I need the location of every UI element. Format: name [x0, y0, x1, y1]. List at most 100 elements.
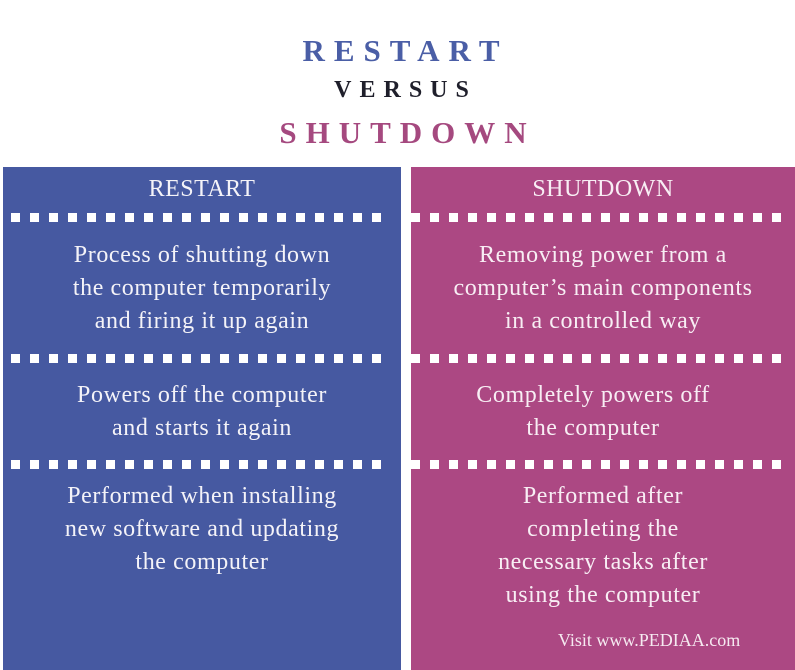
- divider-dot: [620, 460, 629, 469]
- divider-dot: [449, 354, 458, 363]
- divider-dot: [106, 213, 115, 222]
- text-line: Removing power from a: [479, 242, 727, 268]
- divider-dot: [772, 354, 781, 363]
- divider-dot: [353, 354, 362, 363]
- text-line: Performed when installing: [67, 483, 337, 509]
- dotted-divider: [11, 213, 401, 222]
- divider-dot: [163, 213, 172, 222]
- divider-dot: [315, 213, 324, 222]
- divider-dot: [125, 354, 134, 363]
- divider-dot: [30, 460, 39, 469]
- divider-dot: [468, 213, 477, 222]
- divider-dot: [125, 213, 134, 222]
- divider-dot: [449, 460, 458, 469]
- divider-dot: [677, 460, 686, 469]
- text-line: in a controlled way: [504, 308, 701, 334]
- divider-dot: [334, 213, 343, 222]
- divider-dot: [525, 354, 534, 363]
- divider-dot: [753, 354, 762, 363]
- title-restart: RESTART: [302, 33, 509, 68]
- divider-dot: [334, 460, 343, 469]
- divider-dot: [201, 354, 210, 363]
- divider-dot: [658, 213, 667, 222]
- text-line: Process of shutting down: [73, 242, 331, 268]
- divider-dot: [772, 213, 781, 222]
- divider-dot: [11, 213, 20, 222]
- divider-dot: [677, 213, 686, 222]
- text-line: the computer: [135, 549, 269, 575]
- divider-dot: [544, 213, 553, 222]
- divider-dot: [201, 460, 210, 469]
- divider-dot: [582, 213, 591, 222]
- divider-dot: [334, 354, 343, 363]
- divider-dot: [753, 213, 762, 222]
- divider-dot: [87, 460, 96, 469]
- dotted-divider: [411, 213, 795, 222]
- text-line: Performed after: [522, 483, 684, 509]
- divider-dot: [239, 354, 248, 363]
- divider-dot: [372, 213, 381, 222]
- text-line: using the computer: [505, 582, 701, 608]
- divider-dot: [696, 213, 705, 222]
- divider-dot: [277, 460, 286, 469]
- divider-dot: [506, 354, 515, 363]
- text-line: computer’s main components: [453, 275, 753, 301]
- divider-dot: [487, 354, 496, 363]
- divider-dot: [430, 213, 439, 222]
- text-line: Powers off the computer: [77, 382, 327, 408]
- divider-dot: [258, 213, 267, 222]
- divider-dot: [296, 460, 305, 469]
- divider-dot: [239, 213, 248, 222]
- divider-dot: [353, 460, 362, 469]
- divider-dot: [353, 213, 362, 222]
- divider-dot: [715, 354, 724, 363]
- text-line: and starts it again: [111, 415, 293, 441]
- divider-dot: [296, 213, 305, 222]
- divider-dot: [144, 460, 153, 469]
- divider-dot: [68, 213, 77, 222]
- restart-column: RESTART Process of shutting down the com…: [3, 167, 401, 670]
- divider-dot: [372, 354, 381, 363]
- divider-dot: [315, 354, 324, 363]
- restart-row-2: Powers off the computer and starts it ag…: [3, 379, 401, 445]
- divider-dot: [49, 354, 58, 363]
- divider-dot: [525, 460, 534, 469]
- text-line: new software and updating: [64, 516, 340, 542]
- divider-dot: [772, 460, 781, 469]
- divider-dot: [144, 213, 153, 222]
- shutdown-column: SHUTDOWN Removing power from a computer’…: [411, 167, 795, 670]
- divider-dot: [30, 213, 39, 222]
- restart-row-1: Process of shutting down the computer te…: [3, 239, 401, 338]
- divider-dot: [734, 354, 743, 363]
- divider-dot: [658, 460, 667, 469]
- divider-dot: [468, 354, 477, 363]
- divider-dot: [411, 460, 420, 469]
- dotted-divider: [11, 460, 401, 469]
- divider-dot: [163, 354, 172, 363]
- divider-dot: [315, 460, 324, 469]
- restart-row-3: Performed when installing new software a…: [3, 480, 401, 579]
- divider-dot: [296, 354, 305, 363]
- divider-dot: [163, 460, 172, 469]
- divider-dot: [182, 354, 191, 363]
- divider-dot: [563, 354, 572, 363]
- divider-dot: [620, 354, 629, 363]
- divider-dot: [49, 213, 58, 222]
- divider-dot: [658, 354, 667, 363]
- divider-dot: [239, 460, 248, 469]
- divider-dot: [277, 213, 286, 222]
- dotted-divider: [11, 354, 401, 363]
- divider-dot: [487, 213, 496, 222]
- divider-dot: [182, 213, 191, 222]
- divider-dot: [506, 460, 515, 469]
- divider-dot: [258, 460, 267, 469]
- divider-dot: [715, 460, 724, 469]
- divider-dot: [601, 213, 610, 222]
- divider-dot: [411, 354, 420, 363]
- divider-dot: [544, 460, 553, 469]
- divider-dot: [734, 460, 743, 469]
- shutdown-row-1: Removing power from a computer’s main co…: [411, 239, 795, 338]
- dotted-divider: [411, 460, 795, 469]
- text-line: the computer temporarily: [72, 275, 332, 301]
- divider-dot: [372, 460, 381, 469]
